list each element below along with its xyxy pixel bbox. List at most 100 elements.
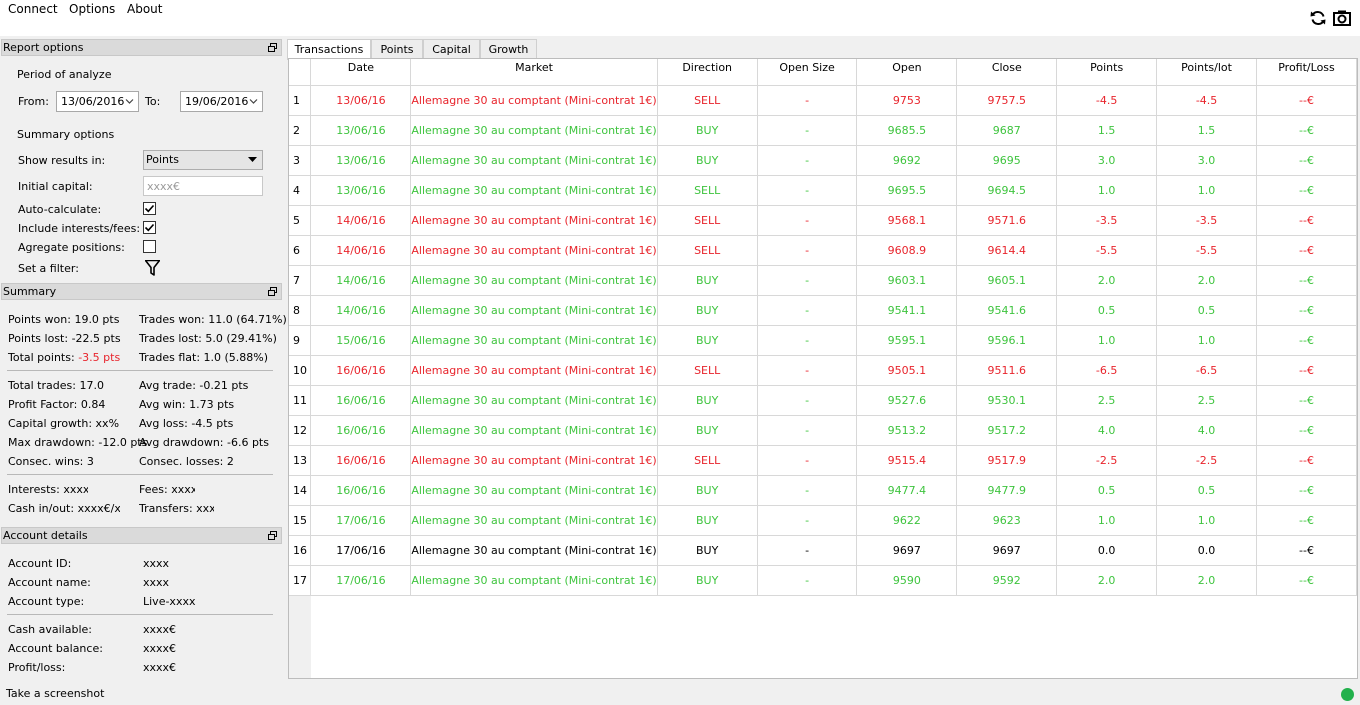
column-header-date[interactable]: Date — [310, 59, 412, 86]
direction-cell: SELL — [657, 235, 758, 266]
row-number[interactable]: 17 — [289, 565, 312, 596]
market-cell: Allemagne 30 au comptant (Mini-contrat 1… — [410, 355, 658, 386]
row-number[interactable]: 8 — [289, 295, 312, 326]
include-interests-checkbox[interactable] — [143, 221, 156, 234]
close-cell: 9695 — [956, 145, 1058, 176]
tab-growth[interactable]: Growth — [480, 39, 537, 59]
table-row[interactable]: 12 16/06/16 Allemagne 30 au comptant (Mini… — [289, 415, 1357, 446]
aggregate-checkbox[interactable] — [143, 240, 156, 253]
table-row[interactable]: 5 14/06/16 Allemagne 30 au comptant (Mini-… — [289, 205, 1357, 236]
table-row[interactable]: 2 13/06/16 Allemagne 30 au comptant (Mini-… — [289, 115, 1357, 146]
table-row[interactable]: 11 16/06/16 Allemagne 30 au comptant (Mini… — [289, 385, 1357, 416]
row-number[interactable]: 14 — [289, 475, 312, 506]
direction-cell: BUY — [657, 565, 758, 596]
row-number[interactable]: 7 — [289, 265, 312, 296]
column-header-open[interactable]: Open — [856, 59, 958, 86]
table-row[interactable]: 6 14/06/16 Allemagne 30 au comptant (Mini-… — [289, 235, 1357, 266]
profit-loss-cell: --€ — [1256, 475, 1357, 506]
table-row[interactable]: 4 13/06/16 Allemagne 30 au comptant (Mini-… — [289, 175, 1357, 206]
tab-capital[interactable]: Capital — [423, 39, 480, 59]
table-row[interactable]: 15 17/06/16 Allemagne 30 au comptant (Mini… — [289, 505, 1357, 536]
menu-connect[interactable]: Connect — [8, 2, 58, 16]
row-number[interactable]: 1 — [289, 85, 312, 116]
points-cell: 3.0 — [1056, 145, 1158, 176]
row-number[interactable]: 13 — [289, 445, 312, 476]
profit-loss-cell: --€ — [1256, 385, 1357, 416]
avg-win: Avg win: 1.73 pts — [139, 398, 235, 411]
column-header-points[interactable]: Points — [1056, 59, 1158, 86]
market-cell: Allemagne 30 au comptant (Mini-contrat 1… — [410, 295, 658, 326]
profit-loss-cell: --€ — [1256, 235, 1357, 266]
refresh-icon[interactable] — [1309, 9, 1327, 27]
points-cell: -2.5 — [1056, 445, 1158, 476]
profit-loss-value: xxxx€ — [143, 661, 177, 674]
table-row[interactable]: 16 17/06/16 Allemagne 30 au comptant (Mini… — [289, 535, 1357, 566]
menu-bar: Connect Options About — [0, 0, 1360, 36]
show-results-value: Points — [146, 153, 180, 166]
avg-loss: Avg loss: -4.5 pts — [139, 417, 234, 430]
table-row[interactable]: 1 13/06/16 Allemagne 30 au comptant (Mini-… — [289, 85, 1357, 116]
initial-capital-input[interactable] — [144, 177, 262, 195]
row-number[interactable]: 11 — [289, 385, 312, 416]
column-header-close[interactable]: Close — [956, 59, 1058, 86]
undock-icon[interactable] — [268, 43, 277, 52]
auto-calculate-checkbox[interactable] — [143, 202, 156, 215]
row-number[interactable]: 6 — [289, 235, 312, 266]
avg-trade: Avg trade: -0.21 pts — [139, 379, 249, 392]
column-header-profit-loss[interactable]: Profit/Loss — [1256, 59, 1357, 86]
direction-cell: SELL — [657, 85, 758, 116]
filter-icon[interactable] — [145, 260, 160, 276]
undock-icon[interactable] — [268, 531, 277, 540]
table-row[interactable]: 10 16/06/16 Allemagne 30 au comptant (Mini… — [289, 355, 1357, 386]
open-size-cell: - — [757, 325, 858, 356]
table-row[interactable]: 3 13/06/16 Allemagne 30 au comptant (Mini-… — [289, 145, 1357, 176]
menu-options[interactable]: Options — [69, 2, 115, 16]
open-cell: 9753 — [856, 85, 958, 116]
interests: Interests: xxxx’ — [8, 483, 88, 496]
points-lot-cell: -2.5 — [1156, 445, 1257, 476]
table-row[interactable]: 17 17/06/16 Allemagne 30 au comptant (Mini… — [289, 565, 1357, 596]
row-number[interactable]: 10 — [289, 355, 312, 386]
column-header-market[interactable]: Market — [410, 59, 658, 86]
column-header-direction[interactable]: Direction — [657, 59, 758, 86]
account-type-value: Live-xxxx — [143, 595, 196, 608]
points-won: Points won: 19.0 pts — [8, 313, 120, 326]
table-row[interactable]: 9 15/06/16 Allemagne 30 au comptant (Mini-… — [289, 325, 1357, 356]
close-cell: 9614.4 — [956, 235, 1058, 266]
points-lot-cell: -5.5 — [1156, 235, 1257, 266]
table-row[interactable]: 8 14/06/16 Allemagne 30 au comptant (Mini-… — [289, 295, 1357, 326]
open-cell: 9603.1 — [856, 265, 958, 296]
table-corner[interactable] — [289, 59, 312, 86]
initial-capital-field[interactable] — [143, 176, 263, 196]
from-date-picker[interactable]: 13/06/2016 — [56, 91, 139, 112]
menu-about[interactable]: About — [127, 2, 162, 16]
camera-icon[interactable] — [1333, 9, 1351, 27]
row-number[interactable]: 4 — [289, 175, 312, 206]
trades-won: Trades won: 11.0 (64.71%) — [139, 313, 287, 326]
row-number[interactable]: 2 — [289, 115, 312, 146]
open-size-cell: - — [757, 295, 858, 326]
to-date-picker[interactable]: 19/06/2016 — [180, 91, 263, 112]
undock-icon[interactable] — [268, 287, 277, 296]
column-header-points-lot[interactable]: Points/lot — [1156, 59, 1257, 86]
open-size-cell: - — [757, 355, 858, 386]
account-details-header: Account details — [1, 527, 282, 544]
row-number[interactable]: 3 — [289, 145, 312, 176]
row-number[interactable]: 5 — [289, 205, 312, 236]
open-cell: 9513.2 — [856, 415, 958, 446]
row-number[interactable]: 15 — [289, 505, 312, 536]
points-lot-cell: 1.0 — [1156, 175, 1257, 206]
column-header-open-size[interactable]: Open Size — [757, 59, 858, 86]
table-row[interactable]: 13 16/06/16 Allemagne 30 au comptant (Mini… — [289, 445, 1357, 476]
row-number[interactable]: 16 — [289, 535, 312, 566]
date-cell: 13/06/16 — [310, 175, 412, 206]
row-number[interactable]: 9 — [289, 325, 312, 356]
table-row[interactable]: 7 14/06/16 Allemagne 30 au comptant (Mini-… — [289, 265, 1357, 296]
tab-points[interactable]: Points — [371, 39, 423, 59]
table-row[interactable]: 14 16/06/16 Allemagne 30 au comptant (Mini… — [289, 475, 1357, 506]
row-number[interactable]: 12 — [289, 415, 312, 446]
points-lot-cell: 1.0 — [1156, 325, 1257, 356]
tab-transactions[interactable]: Transactions — [287, 39, 371, 60]
direction-cell: BUY — [657, 115, 758, 146]
show-results-select[interactable]: Points — [143, 150, 263, 170]
